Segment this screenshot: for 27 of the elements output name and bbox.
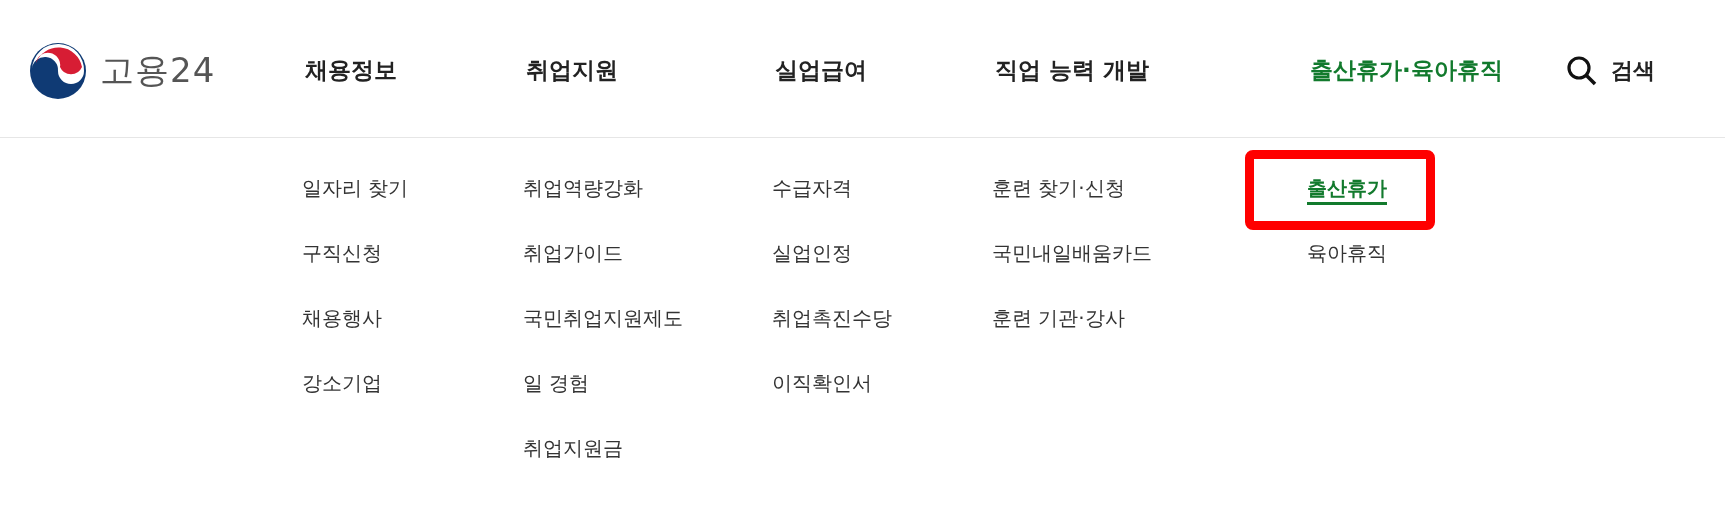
nav-menu-item[interactable]: 출산휴가·육아휴직	[1307, 55, 1557, 86]
submenu-item[interactable]: 출산휴가	[1307, 174, 1387, 205]
submenu-item[interactable]: 취업가이드	[523, 239, 623, 270]
submenu-item[interactable]: 육아휴직	[1307, 239, 1387, 270]
submenu-item[interactable]: 국민내일배움카드	[992, 239, 1152, 270]
nav-menu-item[interactable]: 실업급여	[772, 55, 992, 86]
submenu-item[interactable]: 훈련 기관·강사	[992, 304, 1125, 335]
search-icon	[1565, 53, 1599, 88]
nav-menu-item[interactable]: 채용정보	[302, 55, 523, 86]
submenu-item[interactable]: 이직확인서	[772, 369, 872, 400]
submenu-item[interactable]: 구직신청	[302, 239, 382, 270]
search-button[interactable]: 검색	[1565, 53, 1655, 88]
logo-text[interactable]: 고용24	[100, 47, 216, 94]
submenu-item[interactable]: 수급자격	[772, 174, 852, 205]
submenu-item[interactable]: 취업역량강화	[523, 174, 643, 205]
nav-menu-item[interactable]: 직업 능력 개발	[992, 55, 1307, 86]
submenu-item[interactable]: 일 경험	[523, 369, 590, 400]
submenu-item[interactable]: 취업촉진수당	[772, 304, 892, 335]
submenu-item[interactable]: 훈련 찾기·신청	[992, 174, 1125, 205]
submenu-item[interactable]: 일자리 찾기	[302, 174, 409, 205]
nav-menu-item[interactable]: 취업지원	[523, 55, 772, 86]
submenu-item[interactable]: 취업지원금	[523, 434, 623, 465]
submenu-item[interactable]: 국민취업지원제도	[523, 304, 683, 335]
submenu-item[interactable]: 채용행사	[302, 304, 382, 335]
submenu-item[interactable]: 강소기업	[302, 369, 382, 400]
submenu-item[interactable]: 실업인정	[772, 239, 852, 270]
emblem-icon	[28, 40, 88, 101]
